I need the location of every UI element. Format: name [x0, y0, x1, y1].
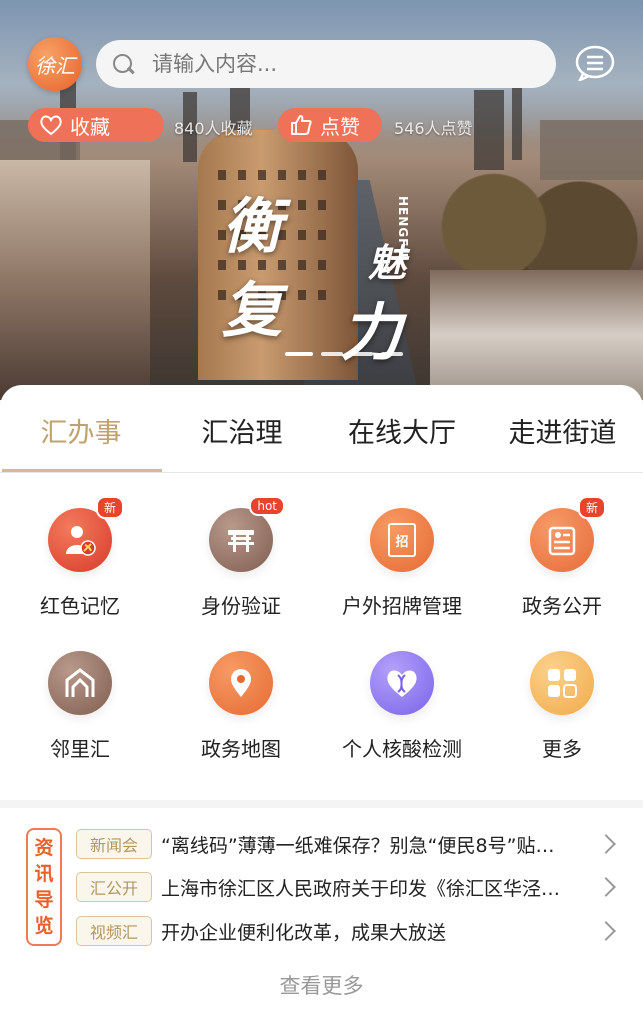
message-icon[interactable]: [575, 45, 615, 81]
service-label: 政务公开: [522, 594, 602, 618]
search-input[interactable]: [152, 52, 532, 76]
favorite-count: 840人收藏: [174, 119, 253, 138]
outdoor-sign-icon: 招: [370, 508, 434, 572]
service-red-memory[interactable]: 新 红色记忆: [0, 496, 160, 619]
banner-dot[interactable]: [381, 352, 403, 356]
thumbs-up-icon: [291, 115, 312, 135]
red-memory-icon: 新: [48, 496, 124, 572]
like-button[interactable]: 点赞: [278, 108, 382, 142]
banner-street-sign: HENGFU: [396, 196, 410, 259]
news-title[interactable]: “离线码”薄薄一纸难保存？别急“便民8号”贴…: [161, 831, 591, 858]
new-badge: 新: [95, 496, 124, 519]
news-title[interactable]: 上海市徐汇区人民政府关于印发《徐汇区华泾…: [161, 874, 591, 901]
banner-slogan-char: 衡: [222, 192, 282, 262]
news-item[interactable]: 汇公开 上海市徐汇区人民政府关于印发《徐汇区华泾…: [76, 870, 626, 904]
banner-slogan-char: 力: [340, 296, 403, 369]
dna-heart-icon: [370, 651, 434, 715]
favorite-button[interactable]: 收藏: [28, 108, 164, 142]
chevron-right-icon[interactable]: [596, 877, 616, 897]
news-item[interactable]: 新闻会 “离线码”薄薄一纸难保存？别急“便民8号”贴…: [76, 827, 626, 861]
service-government-map[interactable]: 政务地图: [161, 651, 321, 762]
active-tab-indicator: [2, 469, 162, 472]
banner-slogan-char: 复: [222, 276, 282, 346]
banner-dot[interactable]: [321, 352, 343, 356]
service-neighborhood[interactable]: 邻里汇: [0, 651, 160, 762]
service-label: 红色记忆: [40, 594, 120, 618]
service-more[interactable]: 更多: [482, 651, 642, 762]
news-item[interactable]: 视频汇 开办企业便利化改革，成果大放送: [76, 914, 626, 948]
service-label: 户外招牌管理: [342, 594, 462, 618]
services-card: 汇办事 汇治理 在线大厅 走进街道 新 红色记忆 hot 身份验证 招 户外招牌…: [0, 385, 643, 800]
government-disclosure-icon: 新: [530, 496, 606, 572]
like-label: 点赞: [320, 114, 360, 139]
category-tabs: 汇办事 汇治理 在线大厅 走进街道: [0, 385, 643, 473]
banner-pagination[interactable]: [285, 352, 403, 356]
news-section-label: 资 讯 导 览: [26, 828, 62, 946]
tab-governance[interactable]: 汇治理: [162, 411, 322, 450]
search-bar[interactable]: [96, 40, 556, 88]
new-badge: 新: [577, 496, 606, 519]
service-label: 政务地图: [201, 737, 281, 761]
service-label: 身份验证: [201, 594, 281, 618]
chevron-right-icon[interactable]: [596, 921, 616, 941]
grid-more-icon: [530, 651, 594, 715]
service-nucleic-acid-test[interactable]: 个人核酸检测: [322, 651, 482, 762]
service-label: 邻里汇: [50, 737, 110, 761]
skyline-building: [474, 90, 504, 170]
news-category: 新闻会: [76, 829, 152, 859]
news-title[interactable]: 开办企业便利化改革，成果大放送: [161, 918, 591, 945]
news-category: 汇公开: [76, 872, 152, 902]
service-outdoor-sign-management[interactable]: 招 户外招牌管理: [322, 508, 482, 619]
identity-verification-icon: hot: [209, 496, 285, 572]
search-icon: [110, 51, 136, 77]
banner-left-buildings: [0, 160, 150, 400]
favorite-label: 收藏: [70, 114, 110, 139]
tab-visit-street[interactable]: 走进街道: [482, 411, 643, 450]
heart-icon: [40, 115, 62, 136]
banner-dot[interactable]: [351, 352, 373, 356]
tab-handle-affairs[interactable]: 汇办事: [0, 411, 162, 450]
chevron-right-icon[interactable]: [596, 834, 616, 854]
banner-dot-active[interactable]: [285, 352, 313, 356]
service-government-disclosure[interactable]: 新 政务公开: [482, 496, 642, 619]
view-more-link[interactable]: 查看更多: [0, 970, 643, 1000]
service-identity-verification[interactable]: hot 身份验证: [161, 496, 321, 619]
tab-online-hall[interactable]: 在线大厅: [322, 411, 482, 450]
news-section: 资 讯 导 览 新闻会 “离线码”薄薄一纸难保存？别急“便民8号”贴… 汇公开 …: [0, 808, 643, 1024]
like-count: 546人点赞: [394, 119, 473, 138]
news-category: 视频汇: [76, 916, 152, 946]
service-label: 更多: [542, 737, 582, 761]
hot-badge: hot: [249, 496, 285, 516]
xuhui-logo[interactable]: 徐汇: [28, 37, 82, 91]
service-label: 个人核酸检测: [342, 737, 462, 761]
map-pin-icon: [209, 651, 273, 715]
neighborhood-icon: [48, 651, 112, 715]
banner-right-buildings: [430, 270, 643, 400]
